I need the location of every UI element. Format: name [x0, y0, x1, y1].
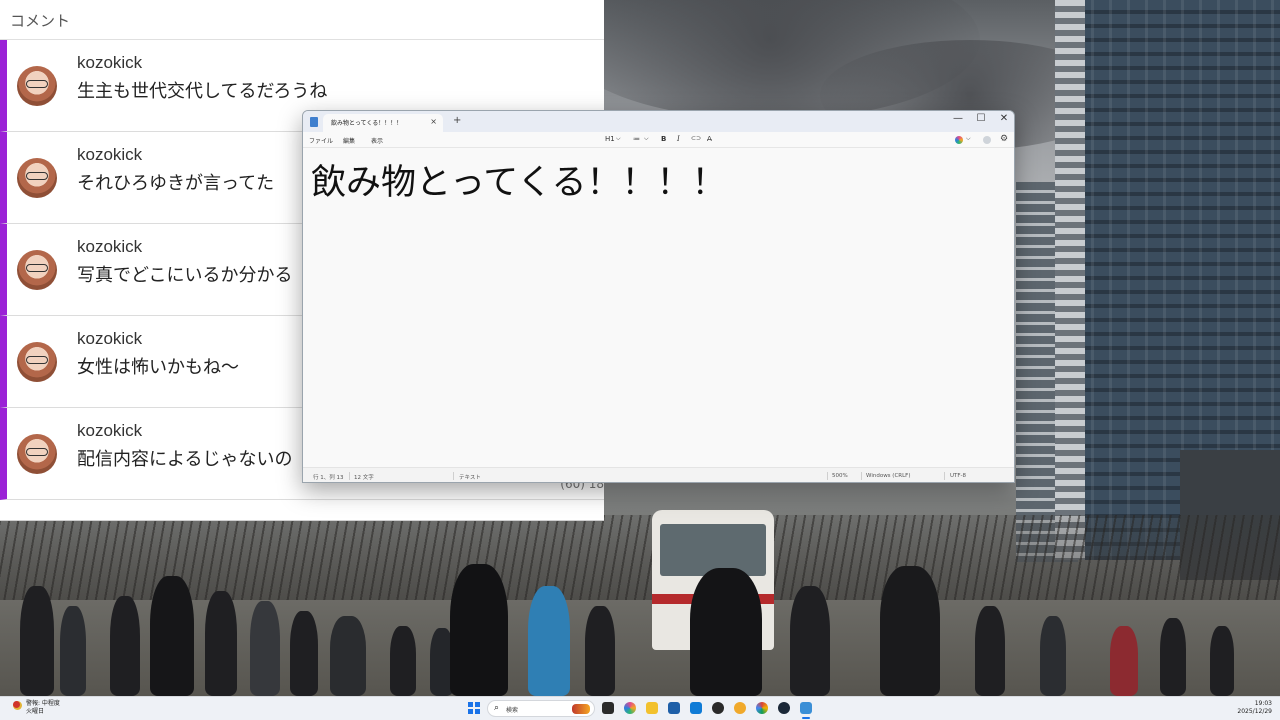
search-highlight-icon	[572, 704, 590, 714]
notepad-window: 飲み物とってくる！！！！ × + — ☐ ✕ ファイル 編集 表示 H1 ⌵ ≔…	[302, 110, 1015, 483]
clear-formatting-icon[interactable]: A̶	[707, 135, 712, 143]
gear-icon[interactable]: ⚙	[1000, 134, 1008, 144]
minimize-button[interactable]: —	[948, 113, 968, 124]
character-count: 12 文字	[354, 475, 374, 481]
notepad-taskbar-icon[interactable]	[800, 702, 812, 714]
weather-widget[interactable]: 警報: 中程度 火曜日	[26, 700, 60, 716]
tab-close-icon[interactable]: ×	[430, 117, 437, 126]
file-explorer-icon[interactable]	[646, 702, 658, 714]
menu-edit[interactable]: 編集	[343, 136, 355, 145]
account-icon[interactable]	[983, 136, 991, 144]
clock-date: 2025/12/29	[1237, 708, 1272, 715]
avatar	[17, 342, 57, 382]
menu-bar: ファイル 編集 表示 H1 ⌵ ≔ ⌵ B I ⊂⊃ A̶ ⌵ ⚙	[303, 132, 1014, 148]
comment-username: kozokick	[77, 145, 143, 164]
copilot-icon[interactable]	[955, 136, 963, 144]
task-view-icon[interactable]	[602, 702, 614, 714]
start-button[interactable]	[468, 702, 480, 714]
bold-button[interactable]: B	[661, 135, 666, 143]
comment-text: それひろゆきが言ってた	[77, 173, 275, 194]
background-crowd	[0, 560, 1280, 696]
comment-text: 女性は怖いかもね～	[77, 357, 239, 378]
comment-panel-title: コメント	[0, 0, 604, 40]
menu-file[interactable]: ファイル	[309, 136, 333, 145]
taskbar-search[interactable]: ⌕ 検索	[487, 700, 595, 717]
steam-icon[interactable]	[778, 702, 790, 714]
link-icon[interactable]: ⊂⊃	[691, 135, 701, 142]
comment-username: kozokick	[77, 53, 143, 72]
edge-icon[interactable]	[690, 702, 702, 714]
line-ending[interactable]: Windows (CRLF)	[866, 473, 910, 479]
chrome-icon[interactable]	[756, 702, 768, 714]
comment-username: kozokick	[77, 329, 143, 348]
search-icon: ⌕	[494, 703, 500, 713]
active-app-indicator	[802, 717, 810, 719]
comment-username: kozokick	[77, 237, 143, 256]
heading-dropdown[interactable]: H1	[605, 135, 615, 143]
text-format[interactable]: テキスト	[459, 473, 481, 481]
search-placeholder: 検索	[506, 707, 519, 714]
tab-title: 飲み物とってくる！！！！	[331, 120, 403, 127]
menu-view[interactable]: 表示	[371, 136, 383, 145]
cursor-position: 行 1、列 13	[313, 475, 344, 481]
comment-text: 配信内容によるじゃないの	[77, 449, 293, 470]
comment-text: 生主も世代交代してるだろうね	[77, 81, 328, 102]
maximize-button[interactable]: ☐	[971, 113, 991, 124]
taskbar: 警報: 中程度 火曜日 ⌕ 検索 19:03 2025/12/29	[0, 696, 1280, 720]
system-clock[interactable]: 19:03 2025/12/29	[1237, 700, 1272, 716]
editor-content[interactable]: 飲み物とってくる！！！！	[311, 154, 726, 205]
comment-text: 写真でどこにいるか分かる	[77, 265, 293, 286]
comment-username: kozokick	[77, 421, 143, 440]
store-icon[interactable]	[668, 702, 680, 714]
status-bar: 行 1、列 13 12 文字 テキスト 500% Windows (CRLF) …	[303, 467, 1014, 482]
clock-time: 19:03	[1254, 700, 1272, 707]
weather-day: 火曜日	[26, 708, 45, 715]
chevron-down-icon[interactable]: ⌵	[966, 135, 971, 143]
avatar	[17, 434, 57, 474]
notepad-app-icon	[310, 117, 318, 127]
chevron-down-icon[interactable]: ⌵	[644, 135, 649, 143]
avatar	[17, 158, 57, 198]
avatar	[17, 66, 57, 106]
alert-badge-icon	[13, 701, 20, 708]
tab-document[interactable]: 飲み物とってくる！！！！ ×	[323, 114, 443, 132]
encoding[interactable]: UTF-8	[950, 473, 966, 479]
list-icon[interactable]: ≔	[633, 135, 640, 143]
new-tab-button[interactable]: +	[453, 115, 461, 126]
text-editor[interactable]: 飲み物とってくる！！！！	[303, 148, 1014, 467]
italic-button[interactable]: I	[677, 135, 680, 143]
app-icon-orange[interactable]	[734, 702, 746, 714]
weather-label: 警報: 中程度	[26, 700, 60, 707]
title-bar[interactable]: 飲み物とってくる！！！！ × + — ☐ ✕	[303, 111, 1014, 132]
chevron-down-icon[interactable]: ⌵	[616, 135, 621, 143]
zoom-level[interactable]: 500%	[832, 473, 848, 479]
close-button[interactable]: ✕	[994, 113, 1014, 124]
copilot-taskbar-icon[interactable]	[624, 702, 636, 714]
obs-icon[interactable]	[712, 702, 724, 714]
avatar	[17, 250, 57, 290]
